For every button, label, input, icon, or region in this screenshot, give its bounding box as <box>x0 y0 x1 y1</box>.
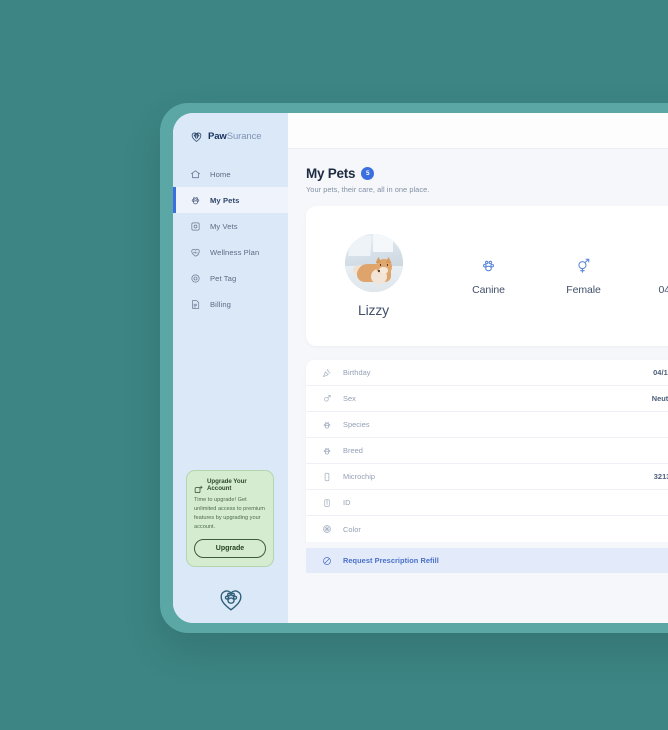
detail-label: Color <box>343 524 361 534</box>
detail-label: Sex <box>343 394 356 403</box>
brand-logo[interactable]: PawSurance <box>173 113 288 147</box>
party-popper-icon <box>321 367 332 378</box>
table-row: Sex Neutered Female <box>306 386 668 412</box>
sidebar-item-label: My Pets <box>210 195 240 205</box>
paw-icon <box>321 419 332 430</box>
home-icon <box>190 169 201 180</box>
sidebar-item-wellness-plan[interactable]: Wellness Plan <box>173 239 288 265</box>
main-content: My Pets 5 Your pets, their care, all in … <box>288 113 668 623</box>
sidebar-item-label: Pet Tag <box>210 273 237 283</box>
table-row: Microchip 32138989123123 <box>306 464 668 490</box>
detail-label: Breed <box>343 446 363 455</box>
paw-icon <box>190 195 201 206</box>
topbar <box>288 113 668 149</box>
sidebar-footer-logo <box>173 585 288 613</box>
table-row: ID K6SC14V <box>306 490 668 516</box>
upgrade-box-icon <box>194 481 203 493</box>
detail-label: Species <box>343 420 370 429</box>
heart-pulse-icon <box>190 247 201 258</box>
id-card-icon <box>321 497 332 508</box>
sidebar-item-my-pets[interactable]: My Pets <box>173 187 288 213</box>
detail-label: Microchip <box>343 472 376 481</box>
brand-name-light: Surance <box>226 130 262 142</box>
upgrade-card-title: Upgrade Your Account <box>207 478 247 493</box>
microchip-icon <box>321 471 332 482</box>
sidebar: PawSurance Home My Pets My Vets Wellness… <box>173 113 288 623</box>
pet-name: Lizzy <box>358 302 389 318</box>
sidebar-item-pet-tag[interactable]: Pet Tag <box>173 265 288 291</box>
detail-value: Neutered Female <box>651 394 668 403</box>
sidebar-item-my-vets[interactable]: My Vets <box>173 213 288 239</box>
app-window-frame: PawSurance Home My Pets My Vets Wellness… <box>160 103 668 633</box>
page-subtitle: Your pets, their care, all in one place. <box>306 185 430 194</box>
action-label: Request Prescription Refill <box>343 556 439 565</box>
pet-count-badge: 5 <box>361 167 375 180</box>
sidebar-item-home[interactable]: Home <box>173 161 288 187</box>
paw-heart-icon <box>190 130 203 143</box>
upgrade-button[interactable]: Upgrade <box>194 539 266 558</box>
gender-female-icon <box>575 257 592 275</box>
sidebar-item-label: Wellness Plan <box>210 247 260 257</box>
request-prescription-refill-button[interactable]: Request Prescription Refill <box>306 548 668 573</box>
detail-label: Birthday <box>343 368 371 377</box>
upgrade-card-body: Time to upgrade! Get unlimited access to… <box>194 497 265 531</box>
invoice-icon <box>190 299 201 310</box>
sidebar-item-label: Billing <box>210 299 231 309</box>
pet-avatar[interactable] <box>344 234 403 292</box>
table-row: Species Canine <box>306 412 668 438</box>
pet-attribute-sex: Female <box>536 257 631 296</box>
paw-icon <box>321 445 332 456</box>
vet-badge-icon <box>190 221 201 232</box>
prescription-icon <box>321 555 332 566</box>
pet-attributes: Canine Female 04 <box>441 257 668 296</box>
pet-attribute-species: Canine <box>441 257 536 296</box>
pet-identity: Lizzy <box>306 234 441 318</box>
detail-label: ID <box>343 498 351 507</box>
detail-value-main: 04/19/2019 <box>653 368 668 377</box>
pet-detail-table: Birthday 04/19/2019 (3 yr.) Sex Neutered… <box>306 360 668 542</box>
sidebar-item-billing[interactable]: Billing <box>173 291 288 317</box>
table-row: Birthday 04/19/2019 (3 yr.) <box>306 360 668 386</box>
pet-summary-card: Lizzy Canine Female 04 <box>306 206 668 346</box>
brand-name: PawSurance <box>208 130 262 142</box>
upgrade-card-header: Upgrade Your Account <box>194 478 266 493</box>
pet-attribute-label: Canine <box>472 283 505 296</box>
gender-icon <box>321 393 332 404</box>
pet-attribute-birthday: 04/19/19 <box>631 257 668 296</box>
detail-value: 32138989123123 <box>653 472 668 481</box>
color-wheel-icon <box>321 524 332 535</box>
app-window: PawSurance Home My Pets My Vets Wellness… <box>173 113 668 623</box>
page-header: My Pets 5 <box>306 166 668 181</box>
upgrade-account-card: Upgrade Your Account Time to upgrade! Ge… <box>186 470 274 567</box>
sidebar-item-label: Home <box>210 169 231 179</box>
pet-attribute-label: 04/19/19 <box>658 283 668 296</box>
table-row: Breed Shiba Inu <box>306 438 668 464</box>
paw-heart-icon <box>220 590 241 611</box>
detail-value: 04/19/2019 (3 yr.) <box>653 368 668 377</box>
sidebar-item-label: My Vets <box>210 221 238 231</box>
page-title: My Pets <box>306 166 356 181</box>
sidebar-nav: Home My Pets My Vets Wellness Plan Pet T… <box>173 161 288 317</box>
brand-name-bold: Paw <box>208 130 227 142</box>
content-area: My Pets 5 Your pets, their care, all in … <box>288 149 668 623</box>
tag-circle-icon <box>190 273 201 284</box>
pet-attribute-label: Female <box>566 283 601 296</box>
paw-icon <box>480 257 497 275</box>
table-row: Color Grey <box>306 516 668 542</box>
